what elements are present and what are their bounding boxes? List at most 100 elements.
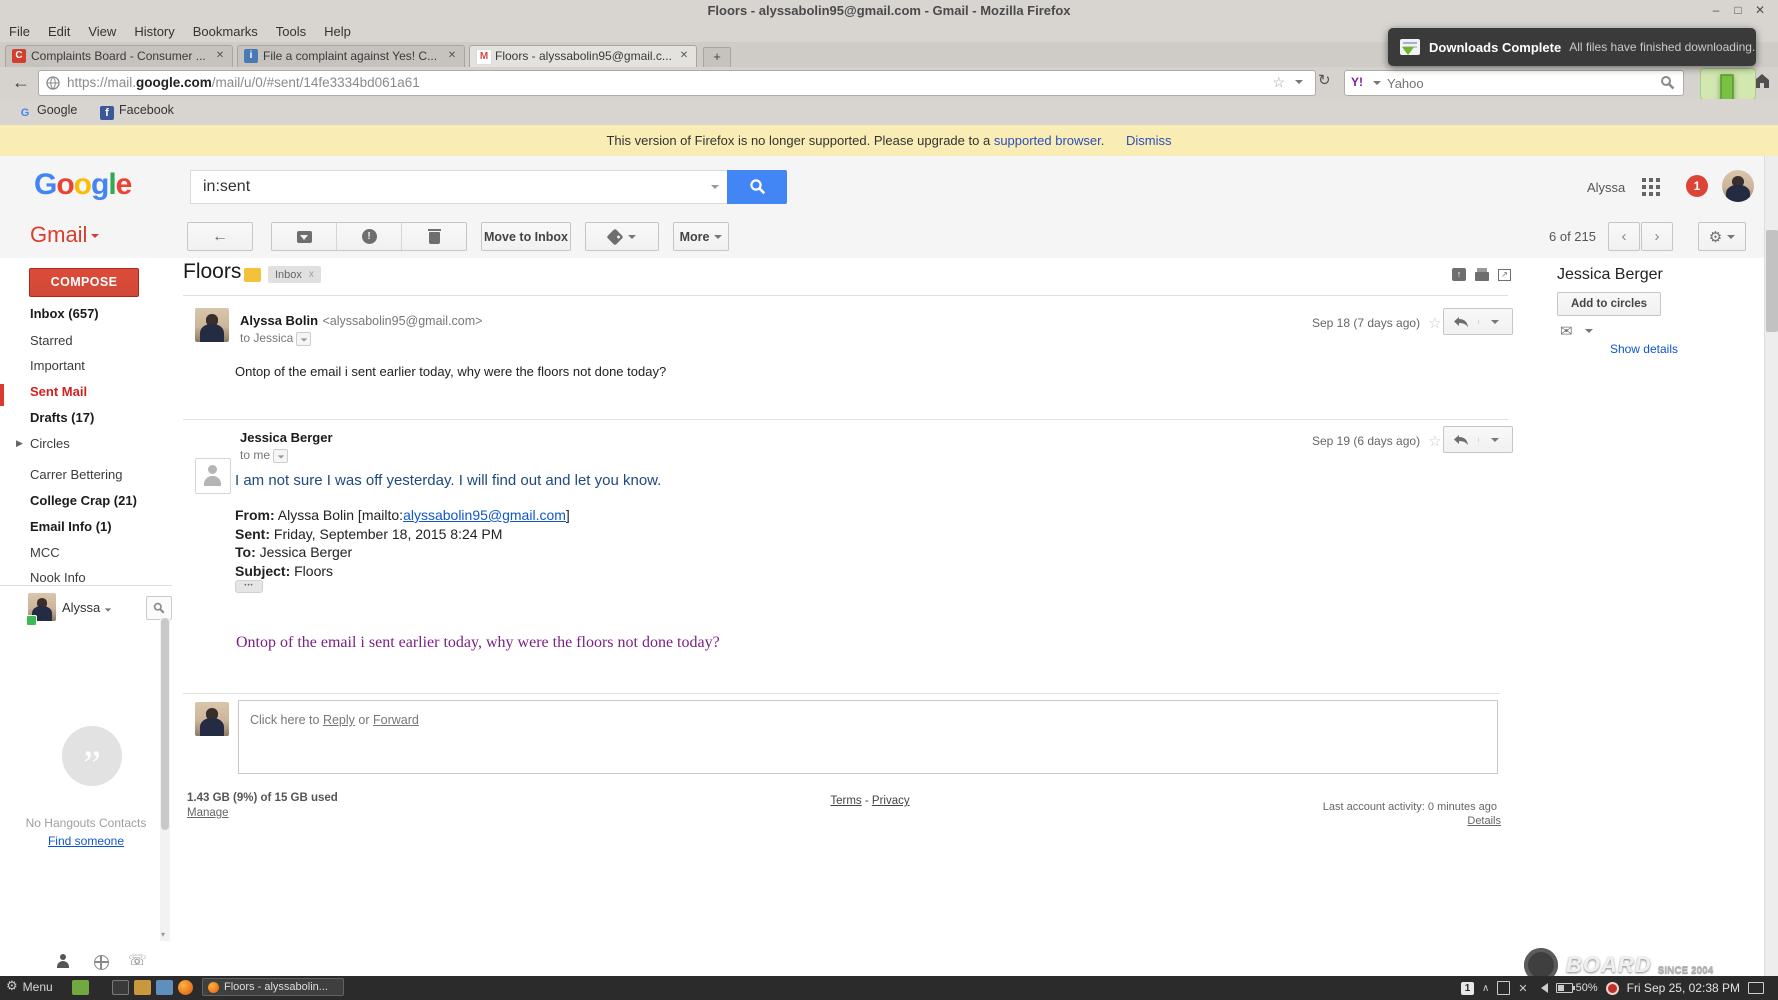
tab-close-icon[interactable] — [445, 49, 459, 63]
new-tab-button[interactable] — [703, 47, 731, 68]
sidebar-item-circles[interactable]: Circles — [30, 436, 70, 451]
sidebar-item-drafts[interactable]: Drafts (17) — [30, 410, 94, 425]
older-conversation-button[interactable] — [1641, 222, 1673, 251]
sidebar-item-carrer-bettering[interactable]: Carrer Bettering — [30, 467, 122, 482]
expand-arrow-icon[interactable] — [16, 438, 23, 449]
screenshot-icon[interactable] — [156, 980, 173, 995]
report-spam-button[interactable] — [336, 223, 401, 250]
downloads-complete-popup[interactable]: Downloads Complete All files have finish… — [1388, 28, 1756, 66]
sidebar-item-college-crap[interactable]: College Crap (21) — [30, 493, 137, 508]
tab-close-icon[interactable] — [213, 49, 227, 63]
show-details-icon[interactable] — [296, 332, 312, 346]
mail-search-button[interactable] — [727, 170, 787, 204]
more-options-button[interactable] — [1477, 319, 1513, 324]
forward-link[interactable]: Forward — [373, 713, 419, 727]
scrollbar-thumb[interactable] — [1766, 230, 1778, 332]
notifications-expander-icon[interactable] — [1482, 983, 1489, 994]
chat-contacts-tab[interactable] — [56, 954, 70, 968]
supported-browser-link[interactable]: supported browser — [994, 133, 1101, 148]
sidebar-item-inbox[interactable]: Inbox (657) — [30, 306, 99, 321]
add-to-circles-button[interactable]: Add to circles — [1557, 292, 1661, 316]
back-button[interactable] — [8, 71, 34, 95]
dismiss-link[interactable]: Dismiss — [1126, 133, 1172, 148]
maximize-icon[interactable] — [1728, 2, 1748, 18]
bookmark-google[interactable]: Google — [18, 103, 77, 120]
web-search-input[interactable] — [1385, 72, 1639, 94]
search-engine-bar[interactable] — [1344, 70, 1684, 96]
sidebar-item-mcc[interactable]: MCC — [30, 545, 60, 560]
mail-search-box[interactable] — [190, 170, 729, 204]
sender-avatar-placeholder[interactable] — [195, 458, 231, 494]
battery-indicator[interactable]: 50% — [1555, 982, 1598, 994]
scroll-down-icon[interactable] — [161, 930, 165, 939]
yahoo-icon[interactable] — [1351, 75, 1363, 89]
menu-edit[interactable]: Edit — [39, 22, 79, 41]
reply-link[interactable]: Reply — [323, 713, 355, 727]
page-scrollbar[interactable] — [1764, 156, 1778, 976]
chat-account-name[interactable]: Alyssa — [62, 600, 112, 615]
tab-close-icon[interactable] — [677, 49, 691, 63]
sidebar-scrollbar[interactable] — [160, 618, 170, 941]
minimize-icon[interactable] — [1706, 2, 1726, 18]
more-options-button[interactable] — [1477, 437, 1513, 442]
url-dropdown-icon[interactable] — [1295, 80, 1303, 84]
bookmark-facebook[interactable]: Facebook — [100, 103, 174, 120]
scrollbar-thumb[interactable] — [161, 618, 169, 830]
star-icon[interactable] — [1428, 314, 1441, 332]
sidebar-item-email-info[interactable]: Email Info (1) — [30, 519, 112, 534]
chat-search-button[interactable] — [146, 596, 172, 620]
search-go-icon[interactable] — [1660, 75, 1675, 95]
url-bar[interactable]: https://mail.google.com/mail/u/0/#sent/1… — [38, 70, 1316, 96]
file-manager-icon[interactable] — [72, 980, 89, 995]
account-avatar[interactable] — [1722, 170, 1754, 202]
chevron-down-icon[interactable] — [1585, 329, 1593, 333]
more-button[interactable]: More — [673, 222, 729, 251]
taskbar-clock[interactable]: Fri Sep 25, 02:38 PM — [1627, 981, 1740, 995]
newer-conversation-button[interactable] — [1608, 222, 1640, 251]
sidebar-item-starred[interactable]: Starred — [30, 333, 73, 348]
apps-grid-icon[interactable] — [1642, 178, 1660, 196]
show-details-icon[interactable] — [273, 449, 289, 463]
gmail-logo[interactable]: Gmail — [30, 222, 100, 248]
chat-call-tab[interactable] — [128, 951, 147, 970]
volume-icon[interactable] — [1536, 983, 1548, 993]
collapse-all-icon[interactable] — [1452, 268, 1466, 281]
tab-complaints-board[interactable]: Complaints Board - Consumer ... — [5, 45, 233, 67]
tab-file-complaint[interactable]: File a complaint against Yes! C... — [237, 45, 465, 67]
firefox-icon[interactable] — [178, 980, 193, 995]
keyboard-layout-indicator[interactable]: 1 — [1461, 981, 1475, 995]
reply-button[interactable] — [1444, 316, 1478, 328]
bookmark-star-icon[interactable] — [1272, 74, 1285, 91]
search-engine-dropdown-icon[interactable] — [1373, 81, 1381, 85]
manage-link[interactable]: Manage — [187, 807, 229, 819]
star-icon[interactable] — [1428, 432, 1441, 450]
menu-file[interactable]: File — [0, 22, 39, 41]
delete-button[interactable] — [401, 223, 466, 250]
label-tag-icon[interactable] — [244, 268, 261, 282]
account-name[interactable]: Alyssa — [1587, 180, 1625, 195]
quick-reply-box[interactable]: Click here to Reply or Forward — [238, 700, 1498, 774]
move-to-inbox-button[interactable]: Move to Inbox — [481, 222, 571, 251]
bluetooth-icon[interactable] — [1518, 982, 1527, 995]
find-someone-link[interactable]: Find someone — [0, 834, 172, 848]
mail-search-input[interactable] — [201, 176, 685, 198]
sender-name[interactable]: Alyssa Bolin — [240, 313, 318, 328]
menu-bookmarks[interactable]: Bookmarks — [184, 22, 267, 41]
terminal-icon[interactable] — [112, 980, 129, 995]
sender-name[interactable]: Jessica Berger — [240, 430, 333, 445]
sidebar-item-nook-info[interactable]: Nook Info — [30, 570, 86, 585]
archive-button[interactable] — [272, 223, 336, 250]
update-alert-icon[interactable] — [1605, 981, 1619, 995]
menu-history[interactable]: History — [125, 22, 183, 41]
show-desktop-icon[interactable] — [1748, 982, 1764, 994]
sender-avatar[interactable] — [195, 308, 229, 342]
open-in-new-window-icon[interactable] — [1498, 268, 1511, 281]
email-envelope-icon[interactable] — [1560, 322, 1573, 340]
show-details-link[interactable]: Show details — [1557, 342, 1678, 356]
folder-icon[interactable] — [134, 980, 151, 995]
sidebar-item-important[interactable]: Important — [30, 358, 85, 373]
clipboard-icon[interactable] — [1497, 981, 1511, 995]
back-to-list-button[interactable] — [187, 222, 253, 251]
privacy-link[interactable]: Privacy — [872, 795, 910, 807]
taskbar-menu-button[interactable]: Menu — [6, 979, 53, 994]
